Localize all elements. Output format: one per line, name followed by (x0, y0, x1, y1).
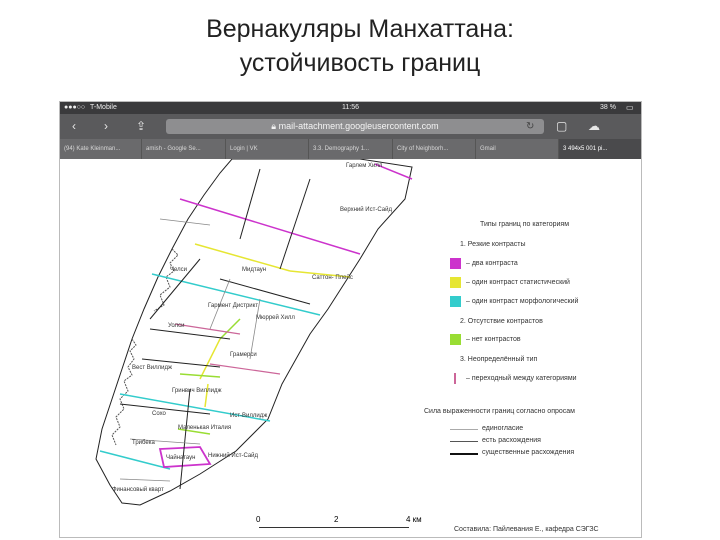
boundary-yellow-3 (199, 338, 221, 380)
status-bar: ●●●○○ T-Mobile 11:56 38 % ▭ (60, 102, 641, 114)
browser-toolbar: ‹ › ⇪ 🔒︎ mail-attachment.googleuserconte… (60, 114, 641, 139)
legend-item-trans: – переходный между категориями (466, 375, 577, 382)
swatch-trans (454, 373, 456, 384)
label-financial: Финансовый кварт (112, 486, 164, 493)
boundary-gray-4 (119, 478, 171, 482)
battery-icon: ▭ (626, 103, 634, 112)
tabs-icon[interactable]: ▢ (556, 119, 567, 133)
swatch-morph (450, 296, 461, 307)
tab-6[interactable]: Gmail (476, 139, 559, 159)
scale-bar: 0 2 4 км (256, 515, 436, 537)
manhattan-map: Гарлем Хилл Верхний Ист-Сайд Челси Мидта… (95, 158, 413, 506)
slide-title: Вернакуляры Манхаттана: устойчивость гра… (0, 12, 720, 80)
legend-cat1: 1. Резкие контрасты (460, 241, 526, 248)
legend-item-two: – два контраста (466, 260, 518, 267)
forward-icon[interactable]: › (104, 119, 108, 133)
scale-line (259, 527, 409, 528)
signal-icon: ●●●○○ (64, 104, 86, 111)
clock: 11:56 (342, 104, 359, 111)
legend-title: Типы границ по категориям (480, 221, 570, 228)
tab-4[interactable]: 3.3. Demography 1... (309, 139, 393, 159)
line-big (450, 453, 478, 455)
label-soho: Сохо (152, 411, 167, 417)
share-icon[interactable]: ⇪ (136, 119, 146, 133)
label-harlem: Гарлем Хилл (346, 163, 383, 169)
swatch-stat (450, 277, 461, 288)
label-sutton: Саттон- Плейс (312, 274, 353, 281)
legend-cat2: 2. Отсутствие контрастов (460, 318, 543, 325)
swatch-none (450, 334, 461, 345)
cloud-icon[interactable]: ☁ (588, 119, 600, 133)
boundary-black-1 (239, 168, 261, 240)
address-text: mail-attachment.googleusercontent.com (278, 121, 439, 131)
tab-2[interactable]: amish - Google Se... (142, 139, 226, 159)
lock-icon: 🔒︎ (271, 121, 279, 131)
tablet-screenshot: ●●●○○ T-Mobile 11:56 38 % ▭ ‹ › ⇪ 🔒︎ mai… (59, 101, 642, 538)
tab-3[interactable]: Login | VK (226, 139, 309, 159)
label-east-village: Ист-Виллидж (230, 413, 267, 419)
label-murray: Мюррей Хилл (256, 314, 295, 321)
label-greenwich: Гринвич Виллидж (172, 388, 221, 394)
map-content: Гарлем Хилл Верхний Ист-Сайд Челси Мидта… (60, 158, 641, 537)
boundary-green-2 (179, 373, 221, 378)
tab-7-active[interactable]: 3 494x5 001 pi... (559, 139, 641, 159)
west-shore-detail (111, 338, 137, 446)
legend-item-morph: – один контраст морфологический (466, 298, 579, 305)
address-bar[interactable]: 🔒︎ mail-attachment.googleusercontent.com (166, 119, 544, 134)
tab-5[interactable]: City of Neighborh... (393, 139, 476, 159)
label-chelsea: Челси (170, 267, 187, 273)
slide-title-line2: устойчивость границ (239, 49, 481, 77)
legend-str-big: существенные расхождения (482, 449, 575, 456)
boundary-pink-1 (209, 363, 281, 375)
battery-percent: 38 % (600, 104, 616, 111)
reload-icon[interactable]: ↻ (526, 120, 534, 134)
legend-cat3: 3. Неопределённый тип (460, 356, 538, 363)
boundary-magenta-upper (179, 198, 361, 255)
label-village: Уолси (168, 323, 184, 329)
label-lower-east: Нижний Ист-Сайд (208, 452, 259, 459)
boundary-black-2 (279, 178, 311, 270)
boundary-black-7 (179, 388, 191, 490)
line-agree (450, 429, 478, 430)
label-tribeca: Трибека (132, 440, 155, 446)
label-little-italy: Маленькая Италия (178, 425, 231, 431)
back-icon[interactable]: ‹ (72, 119, 76, 133)
tab-bar: (94) Kate Kleinman... amish - Google Se.… (60, 139, 641, 159)
legend-item-stat: – один контраст статистический (466, 279, 570, 286)
swatch-two (450, 258, 461, 269)
label-chinatown: Чайнатаун (166, 454, 195, 461)
legend-str-some: есть расхождения (482, 437, 541, 444)
boundary-black-3 (219, 278, 311, 305)
legend-strength-title: Сила выраженности границ согласно опроса… (424, 408, 575, 415)
scale-t4: 4 км (406, 515, 422, 524)
label-midtown: Мидтаун (242, 267, 266, 273)
map-credits: Составила: Пайлевания Е., кафедра СЭГЗС (454, 526, 599, 533)
scale-t0: 0 (256, 515, 261, 524)
label-upper-east: Верхний Ист-Сайд (340, 206, 392, 213)
label-west-village: Вест Виллидж (132, 365, 172, 371)
tab-1[interactable]: (94) Kate Kleinman... (60, 139, 142, 159)
boundary-cyan-3 (99, 450, 171, 470)
legend-str-agree: единогласие (482, 425, 524, 432)
legend-item-none: – нет контрастов (466, 336, 521, 343)
line-some (450, 441, 478, 442)
boundary-green-1 (219, 318, 241, 340)
label-gramercy: Грамерси (230, 352, 257, 358)
slide-title-line1: Вернакуляры Манхаттана: (206, 15, 514, 43)
scale-t2: 2 (334, 515, 339, 524)
label-garment: Гармент Дистрикт (208, 303, 258, 309)
carrier-label: T-Mobile (90, 104, 117, 111)
